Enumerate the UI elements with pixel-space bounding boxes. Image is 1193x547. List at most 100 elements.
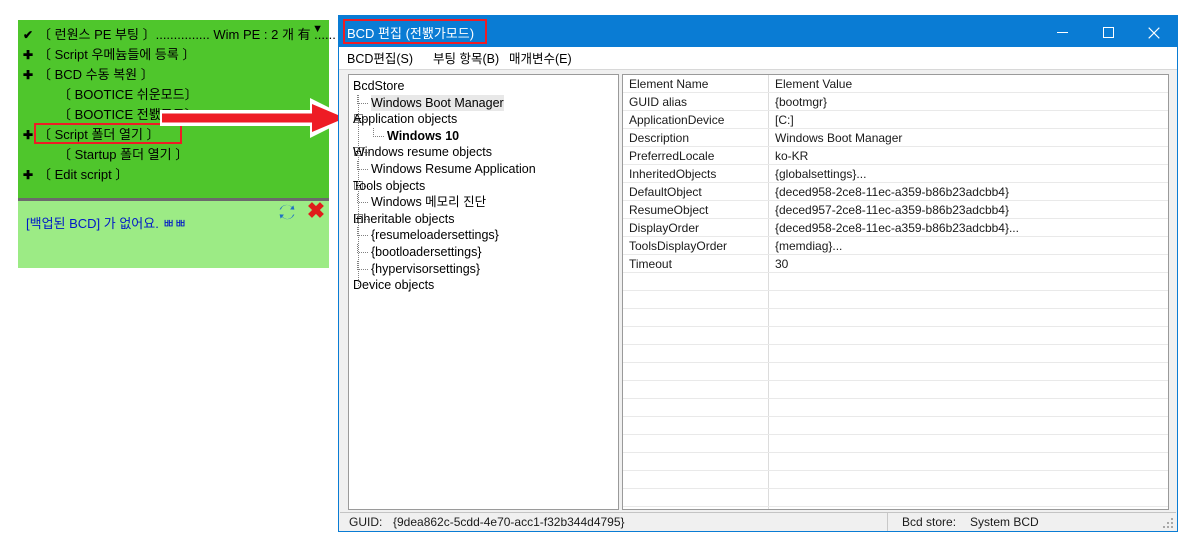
script-menu-item-0[interactable]: ✔ 〔 런원스 PE 부팅 〕............... Wim PE : 2… <box>18 24 336 45</box>
bcd-edit-window: BCD 편집 (전봸가모드) BCD편집(S) 부팅 항목(B) 매개변수(E)… <box>338 15 1178 532</box>
resize-grip[interactable] <box>1162 517 1174 529</box>
tree-node[interactable]: Windows 메모리 진단 <box>371 194 486 210</box>
script-menu-item-label: 〔 Edit script 〕 <box>38 167 129 182</box>
table-header-value: Element Value <box>775 77 853 91</box>
script-menu-item-2[interactable]: ✚ 〔 BCD 수동 복원 〕 <box>18 64 329 85</box>
table-row[interactable]: GUID alias {bootmgr} <box>623 93 1168 111</box>
script-menu-item-5[interactable]: ✚ 〔 Script 폴더 열기 〕 <box>18 124 329 145</box>
table-cell-element-value: ko-KR <box>775 149 809 163</box>
check-icon: ✔ <box>22 28 34 42</box>
script-menu-item-label: 〔 Script 폴더 열기 〕 <box>38 127 160 142</box>
pe-script-menu-panel: ✔ 〔 런원스 PE 부팅 〕............... Wim PE : 2… <box>18 20 336 268</box>
tree-node[interactable]: BcdStore <box>353 78 404 94</box>
tree-node[interactable]: {resumeloadersettings} <box>371 227 499 243</box>
script-menu-item-label: 〔 BCD 수동 복원 〕 <box>38 67 154 82</box>
chevron-down-icon[interactable]: ▼ <box>312 23 323 35</box>
tree-node[interactable]: {hypervisorsettings} <box>371 261 480 277</box>
table-cell-element-value: {deced958-2ce8-11ec-a359-b86b23adcbb4} <box>775 185 1009 199</box>
table-row[interactable] <box>623 327 1168 345</box>
tree-node[interactable]: Windows Resume Application <box>371 161 536 177</box>
table-cell-element-name: DefaultObject <box>629 185 702 199</box>
table-cell-element-value: {deced958-2ce8-11ec-a359-b86b23adcbb4}..… <box>775 221 1019 235</box>
table-row[interactable] <box>623 363 1168 381</box>
script-menu-item-label: 〔 런원스 PE 부팅 〕............... Wim PE : 2 … <box>38 27 336 42</box>
tree-node[interactable]: {bootloadersettings} <box>371 244 482 260</box>
table-row[interactable] <box>623 345 1168 363</box>
table-row[interactable]: ToolsDisplayOrder {memdiag}... <box>623 237 1168 255</box>
script-menu-item-7[interactable]: ✚ 〔 Edit script 〕 <box>18 164 329 185</box>
table-row[interactable]: ResumeObject {deced957-2ce8-11ec-a359-b86… <box>623 201 1168 219</box>
statusbar-store-value: System BCD <box>970 515 1039 529</box>
table-header-row: Element Name Element Value <box>623 75 1168 93</box>
menu-boot-entry[interactable]: 부팅 항목(B) <box>433 50 499 68</box>
bcd-store-tree[interactable]: BcdStore Windows Boot Manager Application … <box>348 74 619 510</box>
plus-icon: ✚ <box>22 128 34 142</box>
plus-icon: ✚ <box>22 168 34 182</box>
window-titlebar[interactable]: BCD 편집 (전봸가모드) <box>339 16 1177 47</box>
table-cell-element-name: ApplicationDevice <box>629 113 725 127</box>
menu-bcd-edit[interactable]: BCD편집(S) <box>347 50 413 68</box>
table-cell-element-value: {bootmgr} <box>775 95 828 109</box>
table-cell-element-value: 30 <box>775 257 789 271</box>
screenshot-root: ✔ 〔 런원스 PE 부팅 〕............... Wim PE : 2… <box>0 0 1193 547</box>
script-menu-item-label: 〔 Script 우메늄들에 등록 〕 <box>38 47 196 62</box>
statusbar-guid-value: {9dea862c-5cdd-4e70-acc1-f32b344d4795} <box>393 515 625 529</box>
close-icon <box>1148 27 1160 39</box>
tree-guide <box>373 135 384 137</box>
tree-node[interactable]: Windows Boot Manager <box>371 94 504 111</box>
table-cell-element-name: Timeout <box>629 257 672 271</box>
table-row[interactable] <box>623 381 1168 399</box>
table-row[interactable] <box>623 489 1168 507</box>
maximize-button[interactable] <box>1085 16 1131 47</box>
table-row[interactable] <box>623 291 1168 309</box>
element-table[interactable]: Element Name Element Value GUID alias {boot… <box>622 74 1169 510</box>
table-row[interactable]: ApplicationDevice [C:] <box>623 111 1168 129</box>
refresh-icon[interactable] <box>277 202 297 222</box>
tree-node[interactable]: Windows 10 <box>387 128 459 144</box>
table-row[interactable] <box>623 273 1168 291</box>
table-row[interactable] <box>623 435 1168 453</box>
table-cell-element-value: {memdiag}... <box>775 239 843 253</box>
script-menu-item-1[interactable]: ✚ 〔 Script 우메늄들에 등록 〕 <box>18 44 329 65</box>
tree-node[interactable]: Application objects <box>353 111 457 127</box>
table-cell-element-value: Windows Boot Manager <box>775 131 903 145</box>
table-row[interactable] <box>623 453 1168 471</box>
table-row[interactable]: DefaultObject {deced958-2ce8-11ec-a359-b8… <box>623 183 1168 201</box>
table-row[interactable]: DisplayOrder {deced958-2ce8-11ec-a359-b86… <box>623 219 1168 237</box>
table-row[interactable]: Timeout 30 <box>623 255 1168 273</box>
close-x-icon[interactable]: ✖ <box>305 200 327 222</box>
table-row[interactable] <box>623 399 1168 417</box>
log-message: [백업된 BCD] 가 없어요. ㅃㅃ <box>26 216 187 231</box>
minimize-icon <box>1056 32 1068 33</box>
table-cell-element-name: PreferredLocale <box>629 149 715 163</box>
table-cell-element-value: {globalsettings}... <box>775 167 867 181</box>
tree-node[interactable]: Tools objects <box>353 178 425 194</box>
table-row[interactable] <box>623 471 1168 489</box>
close-button[interactable] <box>1131 16 1177 47</box>
statusbar: GUID: {9dea862c-5cdd-4e70-acc1-f32b344d4… <box>340 512 1176 531</box>
tree-node[interactable]: Inheritable objects <box>353 211 454 227</box>
table-cell-element-name: DisplayOrder <box>629 221 700 235</box>
table-row[interactable]: InheritedObjects {globalsettings}... <box>623 165 1168 183</box>
tree-guide <box>358 94 359 286</box>
script-menu-item-label: 〔 Startup 폴더 열기 〕 <box>58 147 189 162</box>
table-cell-element-name: Description <box>629 131 690 145</box>
table-row[interactable] <box>623 309 1168 327</box>
table-row[interactable]: PreferredLocale ko-KR <box>623 147 1168 165</box>
menu-parameters[interactable]: 매개변수(E) <box>509 50 572 68</box>
minimize-button[interactable] <box>1039 16 1085 47</box>
table-row[interactable]: Description Windows Boot Manager <box>623 129 1168 147</box>
statusbar-guid-label: GUID: <box>349 515 383 529</box>
menubar: BCD편집(S) 부팅 항목(B) 매개변수(E) <box>339 47 1177 70</box>
table-row[interactable] <box>623 417 1168 435</box>
table-cell-element-value: {deced957-2ce8-11ec-a359-b86b23adcbb4} <box>775 203 1009 217</box>
script-menu-item-3[interactable]: 〔 BOOTICE 쉬운모드〕 <box>18 84 329 105</box>
script-menu-item-4[interactable]: 〔 BOOTICE 전봸모드〕 <box>18 104 329 125</box>
tree-node[interactable]: Windows resume objects <box>353 144 492 160</box>
table-cell-element-name: ResumeObject <box>629 203 709 217</box>
tree-node[interactable]: Device objects <box>353 277 434 293</box>
statusbar-store-label: Bcd store: <box>902 515 957 529</box>
script-menu-item-6[interactable]: 〔 Startup 폴더 열기 〕 <box>18 144 329 165</box>
plus-icon: ✚ <box>22 48 34 62</box>
table-cell-element-name: InheritedObjects <box>629 167 717 181</box>
